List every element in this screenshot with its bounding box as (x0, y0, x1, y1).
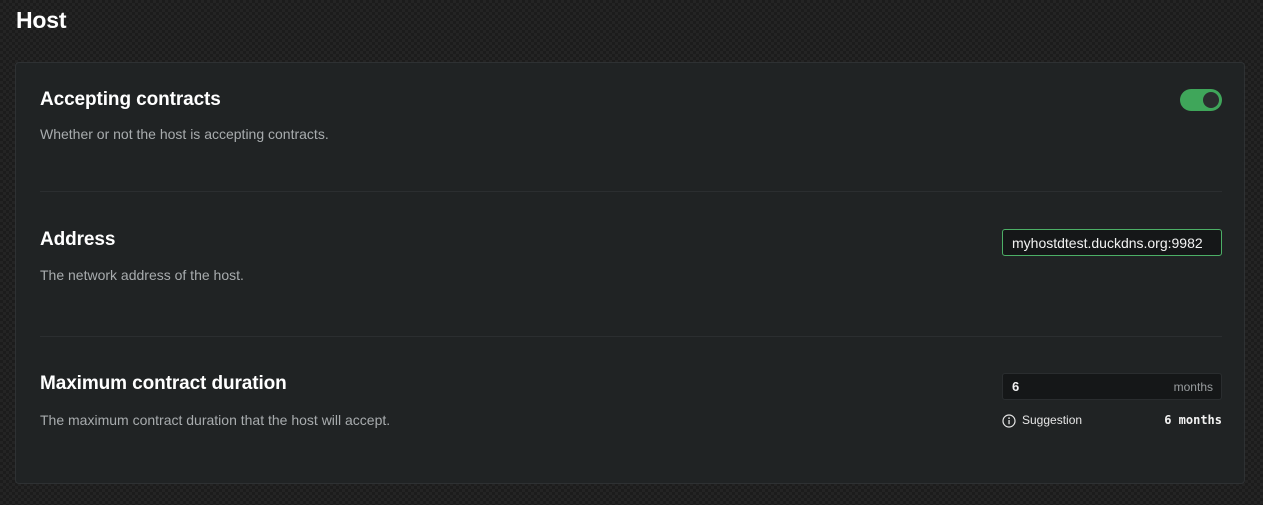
setting-description: The maximum contract duration that the h… (40, 412, 391, 428)
setting-accepting-contracts: Accepting contracts Whether or not the h… (40, 89, 1222, 149)
duration-unit-label: months (1173, 380, 1213, 394)
divider (40, 336, 1222, 337)
address-input[interactable] (1002, 229, 1222, 256)
setting-address: Address The network address of the host. (40, 229, 1222, 289)
setting-description: The network address of the host. (40, 267, 244, 283)
divider (40, 191, 1222, 192)
host-settings-panel: Accepting contracts Whether or not the h… (15, 62, 1245, 484)
info-circle-icon[interactable] (1002, 414, 1016, 428)
suggestion-value[interactable]: 6 months (1164, 413, 1222, 427)
setting-description: Whether or not the host is accepting con… (40, 126, 329, 142)
max-duration-input[interactable] (1003, 374, 1171, 399)
suggestion-label: Suggestion (1022, 413, 1083, 427)
setting-max-contract-duration: Maximum contract duration The maximum co… (40, 373, 1222, 443)
setting-title: Accepting contracts (40, 89, 221, 110)
suggestion-row: Suggestion 6 months (1002, 412, 1222, 430)
max-duration-field: months (1002, 373, 1222, 400)
toggle-knob (1203, 92, 1219, 108)
page-title: Host (16, 7, 67, 33)
accepting-contracts-toggle[interactable] (1180, 89, 1222, 111)
